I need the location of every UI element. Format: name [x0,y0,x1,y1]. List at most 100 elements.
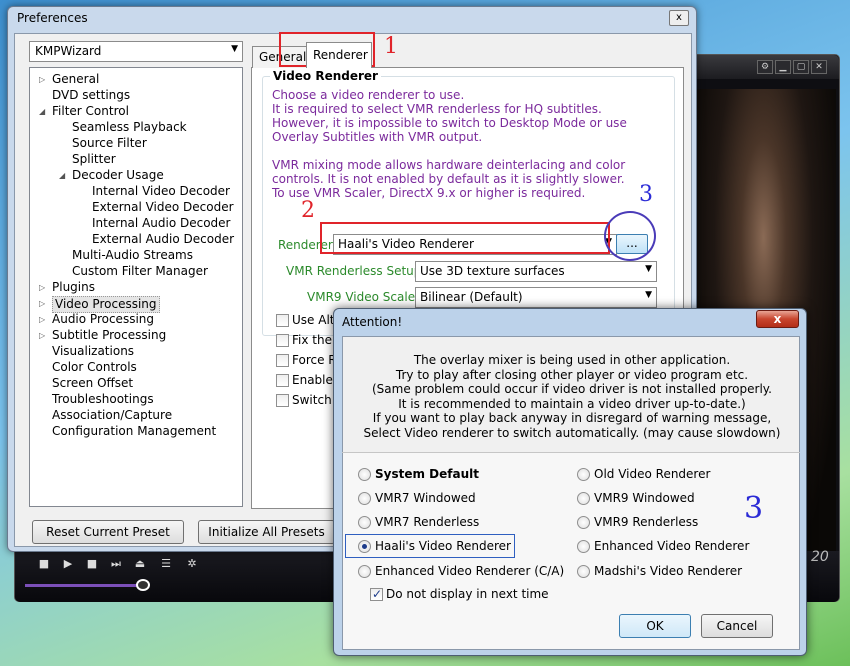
vmr9-scaler-select[interactable]: Bilinear (Default) ▼ [415,287,657,308]
vmr-setup-value: Use 3D texture surfaces [420,264,565,278]
message-line: Try to play after closing other player o… [395,367,749,382]
tree-item[interactable]: Subtitle Processing [52,328,166,343]
tree-item[interactable]: Filter Control [52,104,129,119]
expand-arrow-icon[interactable]: ▷ [39,296,45,311]
tree-item[interactable]: Splitter [72,152,116,167]
annotation-number-1: 1 [384,34,398,59]
radio-label: Madshi's Video Renderer [594,564,743,578]
info-text-2: VMR mixing mode allows hardware deinterl… [272,158,625,200]
radio-label: VMR9 Windowed [594,491,695,505]
chevron-down-icon: ▼ [645,290,652,300]
initialize-presets-button[interactable]: Initialize All Presets [198,520,335,544]
preset-select[interactable]: KMPWizard ▼ [29,41,243,62]
tree-item[interactable]: Seamless Playback [72,120,187,135]
annotation-number-3: 3 [639,182,653,207]
radio-label: Enhanced Video Renderer [594,539,750,553]
tree-item[interactable]: Troubleshootings [52,392,154,407]
preset-select-value: KMPWizard [35,44,102,58]
kmp-minimize-icon[interactable]: ▁ [775,60,791,74]
window-title: Preferences [17,11,88,25]
attention-dialog: Attention! x The overlay mixer is being … [333,308,807,656]
checkbox-use-alternate[interactable] [276,314,289,327]
message-line: It is recommended to maintain a video dr… [398,396,746,411]
tree-item[interactable]: Association/Capture [52,408,172,423]
radio-old-renderer[interactable] [577,468,590,481]
radio-label: VMR7 Renderless [375,515,480,529]
radio-label: VMR9 Renderless [594,515,699,529]
collapse-arrow-icon[interactable]: ◢ [39,104,45,119]
tree-item[interactable]: General [52,72,99,87]
radio-evr[interactable] [577,540,590,553]
kmp-maximize-icon[interactable]: ▢ [793,60,809,74]
tree-item[interactable]: Internal Video Decoder [92,184,230,199]
playlist-icon[interactable]: ☰ [159,557,173,571]
settings-gear-icon[interactable]: ✲ [185,557,199,571]
checkbox-force-rgb[interactable] [276,354,289,367]
stop-icon[interactable]: ■ [37,557,51,571]
cancel-button[interactable]: Cancel [701,614,773,638]
annotation-box-2 [320,222,610,254]
radio-vmr7-renderless[interactable] [358,516,371,529]
tree-item[interactable]: External Video Decoder [92,200,234,215]
tab-renderer[interactable]: Renderer [306,42,372,68]
warning-message: The overlay mixer is being used in other… [343,353,801,440]
tree-item[interactable]: Internal Audio Decoder [92,216,230,231]
vmr-setup-select[interactable]: Use 3D texture surfaces ▼ [415,261,657,282]
message-line: If you want to play back anyway in disre… [372,411,772,425]
tree-item[interactable]: Multi-Audio Streams [72,248,193,263]
close-button[interactable]: x [756,310,799,328]
do-not-display-label: Do not display in next time [386,587,549,601]
tree-item[interactable]: Custom Filter Manager [72,264,208,279]
group-title: Video Renderer [270,69,381,83]
tree-item[interactable]: External Audio Decoder [92,232,234,247]
info-line: To use VMR Scaler, DirectX 9.x or higher… [272,186,586,200]
tree-item[interactable]: Decoder Usage [72,168,164,183]
radio-label: VMR7 Windowed [375,491,476,505]
info-line: However, it is impossible to switch to D… [272,116,627,130]
checkbox-switch[interactable] [276,394,289,407]
stop-square-icon[interactable]: ■ [85,557,99,571]
radio-vmr9-renderless[interactable] [577,516,590,529]
tree-item[interactable]: Audio Processing [52,312,154,327]
tree-item[interactable]: Color Controls [52,360,137,375]
ok-button[interactable]: OK [619,614,691,638]
expand-arrow-icon[interactable]: ▷ [39,312,45,327]
radio-label: Old Video Renderer [594,467,711,481]
seek-knob[interactable] [136,579,150,591]
collapse-arrow-icon[interactable]: ◢ [59,168,65,183]
reset-preset-button[interactable]: Reset Current Preset [32,520,184,544]
vmr9-scaler-value: Bilinear (Default) [420,290,523,304]
time-display: 20 [811,549,829,565]
tree-item[interactable]: Video Processing [52,296,160,313]
message-line: (Same problem could occur if video drive… [372,382,772,396]
eject-icon[interactable]: ⏏ [133,557,147,571]
settings-tree[interactable]: ▷ General DVD settings ◢ Filter Control Seaml… [29,67,243,507]
tree-item[interactable]: Configuration Management [52,424,216,439]
annotation-box-haali [345,534,515,558]
info-text-1: Choose a video renderer to use. It is re… [272,88,627,144]
kmp-settings-icon[interactable]: ⚙ [757,60,773,74]
play-icon[interactable]: ▶ [61,557,75,571]
checkbox-fix[interactable] [276,334,289,347]
message-line: The overlay mixer is being used in other… [413,353,731,367]
radio-vmr7-windowed[interactable] [358,492,371,505]
radio-evr-ca[interactable] [358,565,371,578]
radio-vmr9-windowed[interactable] [577,492,590,505]
message-line: Select Video renderer to switch automati… [363,425,781,440]
radio-madshi-renderer[interactable] [577,565,590,578]
seek-bar[interactable] [25,584,143,587]
tree-item[interactable]: Screen Offset [52,376,133,391]
checkbox-enable[interactable] [276,374,289,387]
expand-arrow-icon[interactable]: ▷ [39,280,45,295]
tree-item[interactable]: Visualizations [52,344,134,359]
tree-item[interactable]: DVD settings [52,88,130,103]
tree-item[interactable]: Plugins [52,280,95,295]
next-icon[interactable]: ⏭ [109,557,123,571]
expand-arrow-icon[interactable]: ▷ [39,72,45,87]
radio-system-default[interactable] [358,468,371,481]
expand-arrow-icon[interactable]: ▷ [39,328,45,343]
tree-item[interactable]: Source Filter [72,136,147,151]
do-not-display-checkbox[interactable] [370,587,383,601]
close-button[interactable]: x [669,10,689,26]
kmp-close-icon[interactable]: ✕ [811,60,827,74]
